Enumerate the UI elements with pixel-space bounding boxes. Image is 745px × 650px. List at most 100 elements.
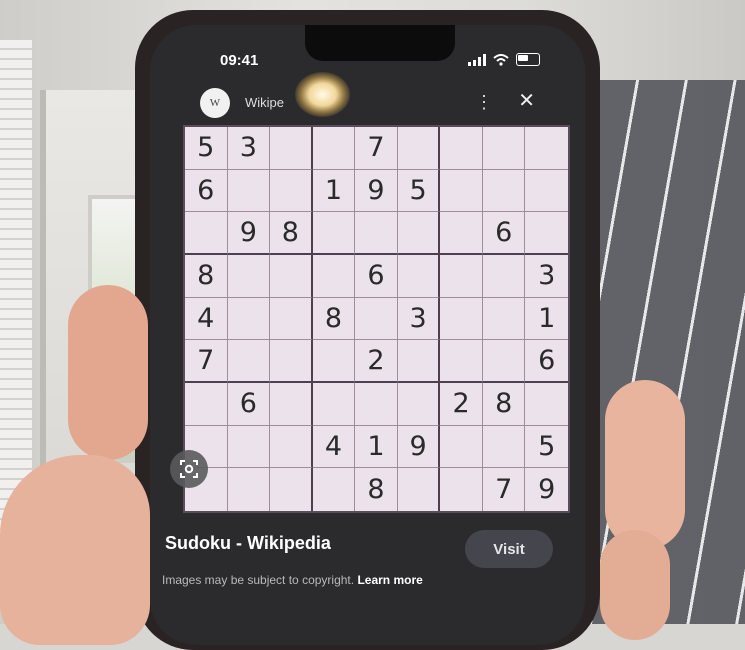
sudoku-cell [270, 468, 313, 511]
dynamic-island [305, 25, 455, 61]
sudoku-cell [355, 212, 398, 255]
visit-button[interactable]: Visit [465, 530, 553, 568]
finger-right [605, 380, 685, 550]
sudoku-cell [482, 425, 526, 469]
copyright-notice: Images may be subject to copyright. Lear… [162, 573, 423, 587]
sudoku-cell [482, 340, 526, 383]
sudoku-cell [227, 425, 271, 469]
learn-more-link[interactable]: Learn more [357, 573, 422, 587]
sudoku-cell [440, 255, 483, 298]
sudoku-cell [270, 255, 313, 298]
sudoku-cell [482, 255, 526, 298]
sudoku-cell [227, 297, 271, 341]
sudoku-cell [397, 255, 441, 298]
sudoku-cell [270, 169, 313, 213]
sudoku-cell [185, 212, 228, 255]
sudoku-cell [440, 425, 483, 469]
sudoku-cell: 8 [270, 212, 313, 255]
sudoku-cell: 8 [312, 297, 356, 341]
sudoku-cell: 8 [355, 468, 398, 511]
sudoku-cell: 9 [538, 474, 556, 506]
sudoku-cell: 9 [227, 212, 271, 255]
sudoku-cell: 6 [227, 383, 271, 426]
sudoku-cell [227, 340, 271, 383]
sudoku-cell: 2 [440, 383, 483, 426]
sudoku-cell [525, 170, 568, 213]
status-icons [468, 53, 540, 66]
sudoku-cell [398, 468, 441, 511]
sudoku-cell [270, 425, 313, 469]
sudoku-cell [482, 169, 526, 213]
result-title[interactable]: Sudoku - Wikipedia [165, 533, 331, 554]
copyright-text: Images may be subject to copyright. [162, 573, 355, 587]
sudoku-cell: 5 [185, 127, 228, 170]
sudoku-cell: 3 [525, 255, 568, 298]
sudoku-cell: 6 [355, 255, 398, 298]
sudoku-cell: 8 [185, 255, 228, 298]
sudoku-cell [355, 297, 398, 341]
battery-icon [516, 53, 540, 66]
site-name[interactable]: Wikipe [245, 95, 284, 110]
status-bar: 09:41 [150, 25, 585, 85]
sudoku-cell [440, 212, 483, 255]
sudoku-cell [313, 468, 356, 511]
sudoku-cell [270, 297, 313, 341]
sudoku-cell [312, 340, 356, 383]
lens-icon [180, 460, 198, 478]
sudoku-cell [312, 383, 356, 426]
sudoku-cell: 6 [525, 340, 568, 383]
sudoku-cell [525, 212, 568, 255]
sudoku-cell [397, 127, 441, 170]
sudoku-cell: 9 [355, 169, 398, 213]
sudoku-cell [440, 297, 483, 341]
signal-icon [468, 53, 486, 66]
wifi-icon [493, 53, 509, 66]
sudoku-cell: 9 [397, 425, 441, 469]
status-time: 09:41 [220, 52, 259, 69]
phone-screen: 09:41 W Wikipe ⋮ ✕ 537619598686348317266… [150, 25, 585, 645]
sudoku-cell: 2 [355, 340, 398, 383]
sudoku-cell [355, 383, 398, 426]
sudoku-cell: 5 [525, 426, 568, 469]
lens-button[interactable] [170, 450, 208, 488]
sudoku-cell [440, 468, 483, 511]
sudoku-cell: 7 [355, 127, 398, 170]
sudoku-grid: 537619598686348317266284195879 [183, 125, 570, 513]
sudoku-cell: 8 [482, 383, 526, 426]
sudoku-cell [397, 212, 441, 255]
thumb [0, 455, 150, 645]
sudoku-cell: 7 [185, 340, 228, 383]
sudoku-cell: 6 [482, 212, 526, 255]
sudoku-cell [185, 383, 228, 426]
close-icon[interactable]: ✕ [518, 88, 535, 113]
sudoku-cell [525, 127, 568, 170]
site-favicon[interactable]: W [200, 88, 230, 118]
sudoku-cell [482, 127, 526, 170]
sudoku-cell: 3 [227, 127, 271, 170]
sudoku-cell: 7 [483, 468, 526, 511]
sudoku-cell [227, 255, 271, 298]
sudoku-cell [440, 127, 483, 170]
sudoku-cell: 6 [185, 169, 228, 213]
sudoku-cell [312, 255, 356, 298]
sudoku-cell: 1 [312, 169, 356, 213]
sudoku-cell: 5 [397, 169, 441, 213]
sudoku-cell: 4 [312, 425, 356, 469]
sudoku-cell: 3 [397, 297, 441, 341]
more-vertical-icon[interactable]: ⋮ [475, 92, 493, 113]
sudoku-cell [525, 383, 568, 426]
sudoku-cell [312, 212, 356, 255]
sudoku-cell [397, 383, 441, 426]
sudoku-cell [270, 127, 313, 170]
sudoku-cell [440, 340, 483, 383]
sudoku-cell [482, 297, 526, 341]
sudoku-cell: 1 [355, 425, 398, 469]
finger-left [68, 285, 148, 460]
sudoku-cell [228, 468, 271, 511]
sudoku-cell [227, 169, 271, 213]
sudoku-cell [270, 383, 313, 426]
sudoku-cell [270, 340, 313, 383]
sudoku-cell: 1 [525, 298, 568, 341]
sudoku-cell [312, 127, 356, 170]
sudoku-cell [397, 340, 441, 383]
